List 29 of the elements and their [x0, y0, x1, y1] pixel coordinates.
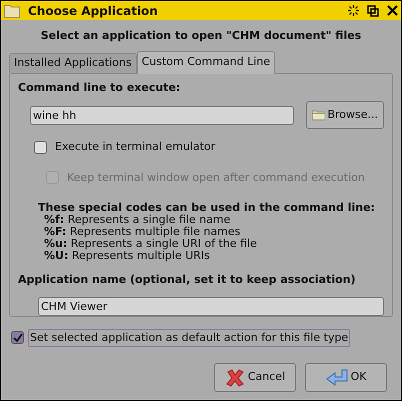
field-label: Command line to execute:: [18, 80, 182, 96]
restore-icon[interactable]: [367, 4, 379, 16]
code-description: %F: Represents multiple file names: [43, 226, 242, 238]
application-name-field[interactable]: CHM Viewer: [38, 296, 384, 316]
cancel-button[interactable]: Cancel: [214, 363, 296, 392]
ok-button[interactable]: OK: [305, 363, 387, 392]
codes-heading: These special codes can be used in the command line:: [38, 202, 376, 214]
close-icon: [224, 368, 245, 388]
checkbox-label: Keep terminal window open after command execution: [67, 170, 365, 186]
code-description: %f: Represents a single file name: [43, 214, 232, 226]
dialog-message: Select an application to open "CHM document" files: [40, 28, 362, 44]
pin-icon[interactable]: [348, 5, 359, 16]
close-icon[interactable]: [387, 5, 398, 16]
checkmark-icon: [12, 332, 22, 343]
checkbox[interactable]: [11, 331, 24, 344]
checkbox-label: Execute in terminal emulator: [55, 139, 216, 155]
code-description: %U: Represents multiple URIs: [43, 250, 211, 262]
window-title: Choose Application: [28, 2, 159, 20]
command-field[interactable]: wine hh: [30, 106, 294, 124]
folder-icon: [4, 4, 20, 18]
folder-icon: [312, 108, 326, 122]
checkbox[interactable]: [34, 140, 47, 154]
tab[interactable]: Installed Applications: [9, 52, 137, 72]
field-label: Application name (optional, set it to keep association): [18, 272, 357, 288]
code-description: %u: Represents a single URI of the file: [43, 238, 258, 250]
browse-button[interactable]: Browse...: [306, 101, 384, 129]
tab[interactable]: Custom Command Line: [136, 50, 276, 74]
enter-arrow-icon: [326, 368, 348, 386]
checkbox-label: Set selected application as default action for this file type: [28, 328, 350, 347]
